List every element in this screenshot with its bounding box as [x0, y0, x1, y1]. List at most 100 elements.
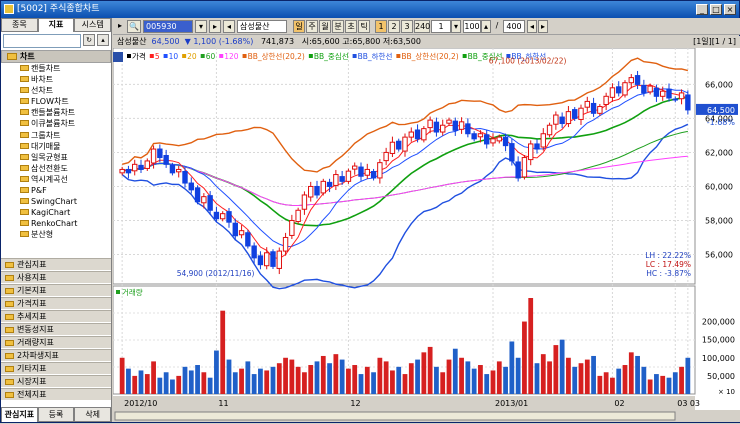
volume-tick-label: 50,000: [707, 372, 735, 381]
chart-type-item[interactable]: 이큐볼륨차트: [1, 118, 111, 129]
stock-code-input[interactable]: 005930: [143, 20, 193, 33]
indicator-category[interactable]: 기본지표: [1, 284, 111, 297]
stock-chart-window: [5002] 주식종합차트 _ □ × 종목 지표 시스템 ↻ ▴ 차트 캔들차…: [0, 0, 740, 423]
prev-stock-icon[interactable]: ◂: [223, 20, 235, 33]
price-tick-label: 56,000: [705, 250, 733, 259]
info-volume: 741,873: [260, 37, 295, 46]
category-label: 시장지표: [17, 377, 47, 386]
chart-type-item[interactable]: 그룹차트: [1, 130, 111, 141]
tab-stock[interactable]: 종목: [1, 18, 38, 32]
chart-area[interactable]: 가격 5 10 20 60 120 BB_상한선(20,2) BB_중심선 BB_하한선 BB_상…: [112, 47, 740, 422]
interval-240[interactable]: 240: [414, 20, 430, 33]
chart-type-item[interactable]: FLOW차트: [1, 96, 111, 107]
tab-delete[interactable]: 삭제: [74, 407, 112, 422]
search-input[interactable]: [3, 34, 81, 48]
chart-type-item[interactable]: 일목균형표: [1, 152, 111, 163]
stock-lookup-icon[interactable]: 🔍: [127, 20, 141, 33]
expand-icon[interactable]: ▴: [97, 34, 109, 46]
volume-bar: [182, 366, 188, 394]
chart-type-item[interactable]: RenkoChart: [1, 218, 111, 229]
refresh-icon[interactable]: ↻: [83, 34, 95, 46]
maximize-icon[interactable]: □: [710, 4, 722, 15]
chart-type-item[interactable]: P&F: [1, 185, 111, 196]
search-row: ↻ ▴: [3, 34, 109, 48]
chart-type-item[interactable]: SwingChart: [1, 196, 111, 207]
interval-1[interactable]: 1: [375, 20, 387, 33]
interval-3[interactable]: 3: [401, 20, 413, 33]
title-bar: [5002] 주식종합차트 _ □ ×: [1, 1, 739, 18]
category-label: 관심지표: [17, 260, 47, 269]
period-month[interactable]: 월: [319, 20, 331, 33]
candle-body: [150, 148, 157, 164]
stat-lh: LH : 22.22%: [645, 251, 691, 260]
candle-body: [647, 85, 653, 93]
close-icon[interactable]: ×: [724, 4, 736, 15]
candle-body: [484, 134, 490, 145]
chart-type-item[interactable]: 바차트: [1, 74, 111, 85]
candle-body: [264, 252, 270, 267]
period-minute[interactable]: 분: [332, 20, 344, 33]
candle-body: [157, 148, 163, 159]
indicator-category[interactable]: 전체지표: [1, 388, 111, 401]
tab-indicator[interactable]: 지표: [37, 18, 75, 32]
period-day[interactable]: 일: [293, 20, 305, 33]
chart-type-item[interactable]: KagiChart: [1, 207, 111, 218]
next-stock-icon[interactable]: ▸: [209, 20, 221, 33]
indicator-category[interactable]: 기타지표: [1, 362, 111, 375]
interval-2[interactable]: 2: [388, 20, 400, 33]
tree-header[interactable]: 차트: [1, 50, 111, 63]
indicator-category[interactable]: 변동성지표: [1, 323, 111, 336]
period-week[interactable]: 주: [306, 20, 318, 33]
stock-chart-svg[interactable]: 가격 5 10 20 60 120 BB_상한선(20,2) BB_중심선 BB_하한선 BB_상…: [112, 47, 740, 422]
candle-body: [163, 155, 169, 165]
indicator-category[interactable]: 가격지표: [1, 297, 111, 310]
next-page-icon[interactable]: ▸: [538, 20, 548, 33]
period-tick[interactable]: 틱: [358, 20, 370, 33]
tab-register[interactable]: 등록: [37, 407, 75, 422]
info-ohlc: 시:65,600 고:65,800 저:63,500: [301, 37, 421, 46]
search-icon[interactable]: ▸: [115, 20, 125, 33]
time-axis-band: [113, 396, 695, 410]
legend-swatch: [163, 54, 168, 58]
candle-body: [427, 119, 433, 129]
volume-bar: [258, 368, 263, 394]
minimize-icon[interactable]: _: [696, 4, 708, 15]
tab-system[interactable]: 시스템: [74, 18, 112, 32]
volume-bar: [553, 345, 559, 394]
interval-dropdown-icon[interactable]: ▾: [451, 20, 461, 33]
period-second[interactable]: 초: [345, 20, 357, 33]
volume-bar: [522, 321, 527, 394]
volume-bar: [308, 365, 314, 394]
candle-body: [502, 136, 509, 147]
chart-type-item[interactable]: 삼선전환도: [1, 163, 111, 174]
indicator-category[interactable]: 시장지표: [1, 375, 111, 388]
count-input[interactable]: 100: [463, 20, 481, 33]
chart-badge: [113, 52, 123, 62]
chart-type-label: 바차트: [31, 75, 54, 85]
indicator-category[interactable]: 관심지표: [1, 258, 111, 271]
volume-bar: [679, 366, 684, 394]
chart-type-item[interactable]: 대기매물: [1, 141, 111, 152]
indicator-category[interactable]: 사용지표: [1, 271, 111, 284]
count-spin-icon[interactable]: ▴: [481, 20, 491, 33]
chart-type-item[interactable]: 역시계곡선: [1, 174, 111, 185]
category-label: 사용지표: [17, 273, 47, 282]
interval-input[interactable]: 1: [431, 20, 451, 33]
indicator-category[interactable]: 추세지표: [1, 310, 111, 323]
legend-label: 가격: [132, 51, 146, 61]
tab-favorite-indicator[interactable]: 관심지표: [1, 407, 38, 422]
chart-type-item[interactable]: 캔들차트: [1, 63, 111, 74]
volume-bar: [654, 374, 659, 394]
chart-type-label: 이큐볼륨차트: [31, 119, 76, 129]
chart-type-item[interactable]: 캔들볼륨차트: [1, 107, 111, 118]
code-dropdown-icon[interactable]: ▾: [195, 20, 207, 33]
indicator-category[interactable]: 2차파생지표: [1, 349, 111, 362]
indicator-category[interactable]: 거래량지표: [1, 336, 111, 349]
candle-body: [396, 140, 402, 150]
volume-bar: [459, 357, 464, 394]
prev-page-icon[interactable]: ◂: [527, 20, 537, 33]
chart-type-item[interactable]: 분산형: [1, 229, 111, 240]
volume-bar: [584, 359, 590, 394]
chart-type-item[interactable]: 선차트: [1, 85, 111, 96]
candle-body: [452, 120, 458, 131]
